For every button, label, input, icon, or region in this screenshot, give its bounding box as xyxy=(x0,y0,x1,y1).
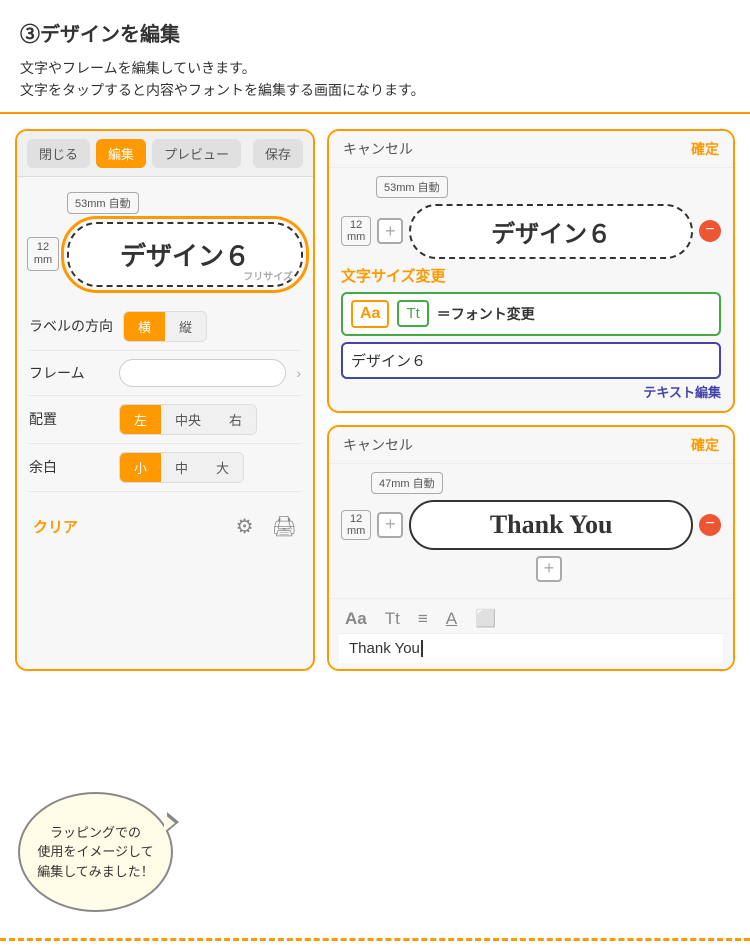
label-row: 12mm デザイン６ フリサイズ xyxy=(27,222,303,287)
direction-btn-group: 横 縦 xyxy=(123,311,207,342)
panel1-plus-button[interactable]: + xyxy=(377,218,403,244)
font-tt-button[interactable]: Tt xyxy=(397,300,428,327)
align-row: 配置 左 中央 右 xyxy=(29,396,301,444)
panel1-label-display[interactable]: デザイン６ xyxy=(409,204,693,259)
chevron-icon: › xyxy=(296,365,301,381)
panel2-confirm-button[interactable]: 確定 xyxy=(691,435,719,455)
footer-icons: ⚙ 🖨 xyxy=(236,514,297,539)
panel2-font-style-icon[interactable]: Tt xyxy=(385,609,400,629)
size-change-label: 文字サイズ変更 xyxy=(341,265,721,286)
panel2-content: 47mm 自動 12mm + Thank You − + xyxy=(329,464,733,598)
panel1-remove-button[interactable]: − xyxy=(699,220,721,242)
mm-badge: 12mm xyxy=(27,237,59,271)
size-badge: 53mm 自動 xyxy=(67,192,139,214)
speech-bubble-text: ラッピングでの 使用をイメージして 編集してみました！ xyxy=(37,823,154,882)
panel1-content: 53mm 自動 12mm + デザイン６ − 文字サイズ変更 Aa Tt ＝フォ… xyxy=(329,168,733,411)
align-right-button[interactable]: 右 xyxy=(215,405,256,434)
print-icon[interactable]: 🖨 xyxy=(272,514,297,539)
panel2-font-size-icon[interactable]: Aa xyxy=(345,609,367,629)
left-panel-toolbar: 閉じる 編集 プレビュー 保存 xyxy=(17,131,313,177)
panel1-label-row: 12mm + デザイン６ − xyxy=(341,204,721,259)
settings-area: ラベルの方向 横 縦 フレーム › 配置 左 中央 右 xyxy=(17,295,313,500)
edit-button[interactable]: 編集 xyxy=(96,139,146,168)
panel2-frame-icon[interactable]: ⬜ xyxy=(475,609,496,629)
margin-medium-button[interactable]: 中 xyxy=(161,453,202,482)
panel2-cancel-button[interactable]: キャンセル xyxy=(343,435,413,455)
direction-tate-button[interactable]: 縦 xyxy=(165,312,206,341)
label-preview-area: 53mm 自動 12mm デザイン６ フリサイズ xyxy=(17,177,313,295)
right-panels: キャンセル 確定 53mm 自動 12mm + デザイン６ − 文字サイズ変更 … xyxy=(327,129,735,671)
frame-label: フレーム xyxy=(29,363,109,383)
resize-label: フリサイズ xyxy=(243,268,293,283)
panel2-label-row: 12mm + Thank You − xyxy=(341,500,721,550)
speech-bubble: ラッピングでの 使用をイメージして 編集してみました！ xyxy=(18,792,173,912)
text-input-value[interactable]: デザイン６ xyxy=(351,353,426,370)
right-panel-2: キャンセル 確定 47mm 自動 12mm + Thank You − + xyxy=(327,425,735,671)
panel2-plus-button[interactable]: + xyxy=(377,512,403,538)
panel1-size-badge: 53mm 自動 xyxy=(376,176,448,198)
panel1-toolbar: キャンセル 確定 xyxy=(329,131,733,168)
main-content: 閉じる 編集 プレビュー 保存 53mm 自動 12mm デザイン６ フリサイズ… xyxy=(0,114,750,681)
panel2-size-badge: 47mm 自動 xyxy=(371,472,443,494)
left-panel-footer: クリア ⚙ 🖨 xyxy=(17,504,313,549)
close-button[interactable]: 閉じる xyxy=(27,139,90,168)
font-change-label: ＝フォント変更 xyxy=(437,304,535,324)
font-section: Aa Tt ＝フォント変更 xyxy=(341,292,721,336)
right-panel-1: キャンセル 確定 53mm 自動 12mm + デザイン６ − 文字サイズ変更 … xyxy=(327,129,735,413)
panel1-confirm-button[interactable]: 確定 xyxy=(691,139,719,159)
bottom-border-decoration xyxy=(0,938,750,950)
panel2-font-color-icon[interactable]: A xyxy=(446,609,457,629)
clear-button[interactable]: クリア xyxy=(33,516,78,537)
panel2-mm-badge: 12mm xyxy=(341,510,371,540)
panel2-footer: Aa Tt ≡ A ⬜ Thank You xyxy=(329,598,733,669)
preview-button[interactable]: プレビュー xyxy=(152,139,241,168)
text-input-section: デザイン６ xyxy=(341,342,721,379)
page-title: ③デザインを編集 xyxy=(20,18,730,47)
left-panel: 閉じる 編集 プレビュー 保存 53mm 自動 12mm デザイン６ フリサイズ… xyxy=(15,129,315,671)
align-left-button[interactable]: 左 xyxy=(120,405,161,434)
margin-large-button[interactable]: 大 xyxy=(202,453,243,482)
panel2-text-input[interactable]: Thank You xyxy=(339,633,723,663)
direction-label: ラベルの方向 xyxy=(29,316,113,336)
label-display[interactable]: デザイン６ フリサイズ xyxy=(67,222,303,287)
text-edit-annotation: テキスト編集 xyxy=(341,382,721,401)
gear-icon[interactable]: ⚙ xyxy=(236,514,254,539)
font-aa-button[interactable]: Aa xyxy=(351,300,389,328)
direction-yoko-button[interactable]: 横 xyxy=(124,312,165,341)
margin-row: 余白 小 中 大 xyxy=(29,444,301,492)
panel2-plus-below-button[interactable]: + xyxy=(536,556,562,582)
panel2-icons-row: Aa Tt ≡ A ⬜ xyxy=(339,605,723,633)
frame-row: フレーム › xyxy=(29,351,301,396)
frame-display[interactable] xyxy=(119,359,286,387)
margin-btn-group: 小 中 大 xyxy=(119,452,244,483)
align-center-button[interactable]: 中央 xyxy=(161,405,215,434)
panel2-label-display[interactable]: Thank You xyxy=(409,500,693,550)
align-label: 配置 xyxy=(29,409,109,429)
panel2-align-icon[interactable]: ≡ xyxy=(418,609,428,629)
panel2-remove-button[interactable]: − xyxy=(699,514,721,536)
page-description: 文字やフレームを編集していきます。 文字をタップすると内容やフォントを編集する画… xyxy=(20,57,730,102)
panel2-toolbar: キャンセル 確定 xyxy=(329,427,733,464)
direction-row: ラベルの方向 横 縦 xyxy=(29,303,301,351)
page-header: ③デザインを編集 文字やフレームを編集していきます。 文字をタップすると内容やフ… xyxy=(0,0,750,114)
panel1-mm-badge: 12mm xyxy=(341,216,371,246)
margin-label: 余白 xyxy=(29,457,109,477)
align-btn-group: 左 中央 右 xyxy=(119,404,257,435)
panel1-cancel-button[interactable]: キャンセル xyxy=(343,139,413,159)
save-button[interactable]: 保存 xyxy=(253,139,303,168)
margin-small-button[interactable]: 小 xyxy=(120,453,161,482)
